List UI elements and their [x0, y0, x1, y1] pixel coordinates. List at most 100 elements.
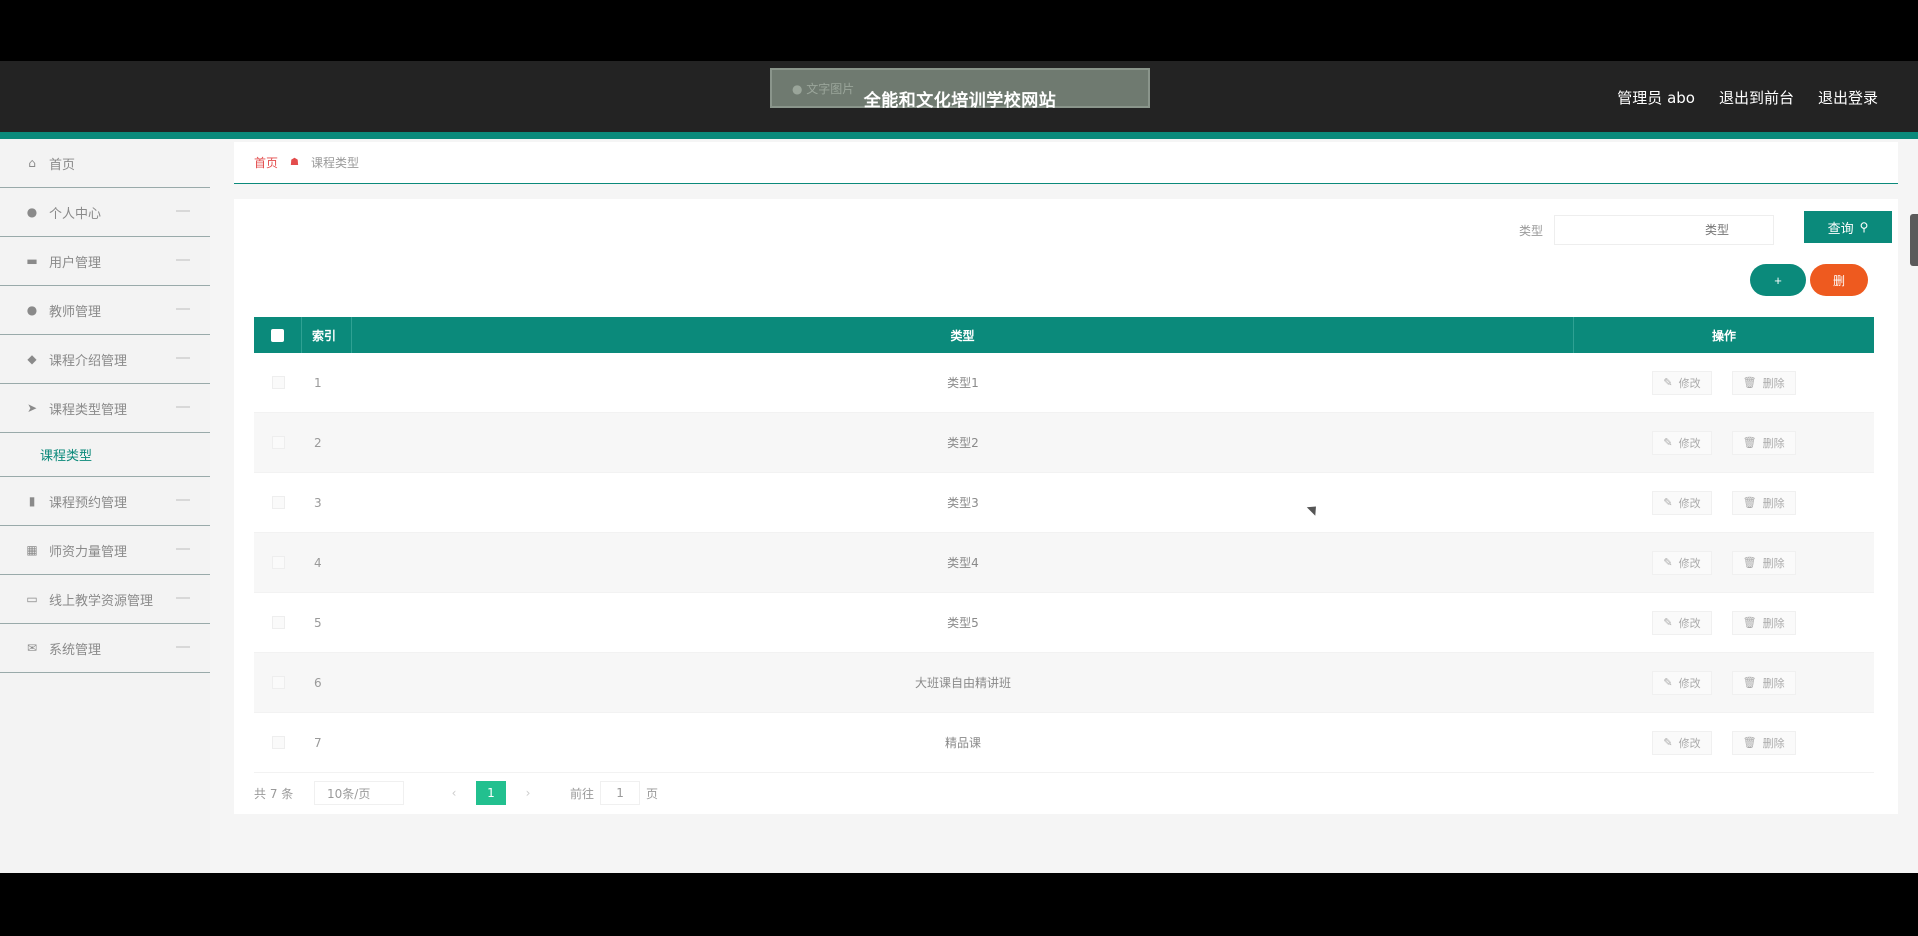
- row-index: 7: [314, 735, 322, 750]
- delete-label: 删除: [1762, 616, 1785, 630]
- edit-button[interactable]: ✎ 修改: [1652, 370, 1712, 395]
- row-select-cell: [254, 413, 302, 472]
- home-icon: ☗: [290, 157, 299, 168]
- sidebar-subitem-course-type[interactable]: 课程类型: [0, 433, 210, 477]
- table-row: 5 类型5 ✎ 修改 🗑 删除: [254, 593, 1874, 653]
- column-header-type: 类型: [352, 317, 1574, 353]
- next-page-button[interactable]: ›: [518, 786, 538, 800]
- sidebar-item-course-type[interactable]: ➤ 课程类型管理: [0, 384, 210, 433]
- back-to-front-link[interactable]: 退出到前台: [1719, 87, 1794, 108]
- row-delete-button[interactable]: 🗑 删除: [1731, 430, 1796, 455]
- side-drawer-handle[interactable]: [1910, 214, 1918, 266]
- delete-label: 删除: [1762, 676, 1785, 690]
- row-type: 类型1: [947, 376, 979, 390]
- sidebar-item-label: 教师管理: [49, 304, 102, 320]
- select-all-checkbox[interactable]: [271, 328, 284, 342]
- breadcrumb-current: 课程类型: [310, 156, 359, 170]
- row-checkbox[interactable]: [271, 676, 285, 689]
- row-delete-button[interactable]: 🗑 删除: [1731, 730, 1796, 755]
- sidebar-item-label: 系统管理: [49, 642, 102, 658]
- edit-button[interactable]: ✎ 修改: [1652, 730, 1712, 755]
- search-button[interactable]: 查询 ⚲: [1804, 211, 1892, 243]
- site-title: 全能和文化培训学校网站: [863, 91, 1057, 111]
- search-label: 类型: [1519, 224, 1544, 238]
- sidebar-item-label: 师资力量管理: [49, 544, 128, 560]
- sidebar-item-course-booking[interactable]: ▮ 课程预约管理: [0, 477, 210, 526]
- sidebar-item-home[interactable]: ⌂ 首页: [0, 139, 210, 188]
- edit-icon: ✎: [1663, 556, 1673, 569]
- content-panel: 类型 查询 ⚲ + 删 索引 类型 操作 1 类型1: [234, 199, 1898, 814]
- row-checkbox[interactable]: [271, 736, 285, 749]
- trash-icon: 🗑: [1742, 616, 1757, 629]
- row-actions: ✎ 修改 🗑 删除: [1574, 713, 1874, 772]
- trash-icon: 🗑: [1742, 736, 1757, 749]
- edit-button[interactable]: ✎ 修改: [1652, 670, 1712, 695]
- trash-icon: 🗑: [1742, 376, 1757, 389]
- row-select-cell: [254, 653, 302, 712]
- delete-label: 删除: [1762, 556, 1785, 570]
- row-checkbox[interactable]: [271, 556, 285, 569]
- row-index: 3: [314, 495, 322, 510]
- search-icon: ⚲: [1859, 220, 1869, 234]
- chevron-icon: [176, 357, 190, 359]
- edit-button[interactable]: ✎ 修改: [1652, 430, 1712, 455]
- row-select-cell: [254, 713, 302, 772]
- delete-label: 删除: [1762, 436, 1785, 450]
- delete-label: 删除: [1762, 376, 1785, 390]
- edit-label: 修改: [1678, 556, 1701, 570]
- trash-icon: 🗑: [1742, 436, 1757, 449]
- row-delete-button[interactable]: 🗑 删除: [1731, 490, 1796, 515]
- sidebar-item-course-intro[interactable]: ◆ 课程介绍管理: [0, 335, 210, 384]
- row-delete-button[interactable]: 🗑 删除: [1731, 610, 1796, 635]
- home-icon: ⌂: [28, 156, 36, 170]
- delete-label: 删除: [1762, 736, 1785, 750]
- pin-icon: ◆: [27, 352, 37, 366]
- row-delete-button[interactable]: 🗑 删除: [1731, 370, 1796, 395]
- edit-label: 修改: [1678, 676, 1701, 690]
- user-icon: ●: [26, 205, 38, 219]
- row-checkbox[interactable]: [271, 496, 285, 509]
- goto-page-input[interactable]: 1: [600, 781, 641, 805]
- row-checkbox[interactable]: [271, 376, 285, 389]
- edit-button[interactable]: ✎ 修改: [1652, 550, 1712, 575]
- row-delete-button[interactable]: 🗑 删除: [1731, 670, 1796, 695]
- pagination-total: 共 7 条: [254, 786, 294, 801]
- sidebar-item-label: 课程类型管理: [49, 402, 128, 418]
- sidebar-item-teacher-management[interactable]: ● 教师管理: [0, 286, 210, 335]
- header-accent-strip: [0, 132, 1918, 139]
- sidebar-item-faculty[interactable]: ▦ 师资力量管理: [0, 526, 210, 575]
- row-actions: ✎ 修改 🗑 删除: [1574, 593, 1874, 652]
- search-input[interactable]: [1554, 215, 1774, 245]
- row-type: 类型3: [947, 496, 979, 510]
- sidebar-item-personal-center[interactable]: ● 个人中心: [0, 188, 210, 237]
- sidebar-item-online-resources[interactable]: ▭ 线上教学资源管理: [0, 575, 210, 624]
- admin-user-link[interactable]: 管理员 abo: [1617, 87, 1695, 108]
- logout-link[interactable]: 退出登录: [1818, 87, 1878, 108]
- page-number-button[interactable]: 1: [476, 781, 506, 805]
- row-type: 精品课: [944, 736, 981, 750]
- pagination: 共 7 条 10条/页 ‹ 1 › 前往 1 页: [254, 781, 658, 805]
- prev-page-button[interactable]: ‹: [444, 786, 464, 800]
- page-size-select[interactable]: 10条/页: [314, 781, 404, 805]
- row-delete-button[interactable]: 🗑 删除: [1731, 550, 1796, 575]
- delete-button[interactable]: 删: [1810, 264, 1868, 296]
- trash-icon: 🗑: [1742, 556, 1757, 569]
- column-header-actions: 操作: [1711, 328, 1736, 343]
- sidebar-item-label: 个人中心: [49, 206, 102, 222]
- breadcrumb-home[interactable]: 首页: [254, 154, 278, 171]
- row-checkbox[interactable]: [271, 616, 285, 629]
- row-index: 2: [314, 435, 322, 450]
- add-button[interactable]: +: [1750, 264, 1806, 296]
- chevron-icon: [176, 597, 190, 599]
- calendar-icon: ▦: [26, 543, 38, 557]
- edit-button[interactable]: ✎ 修改: [1652, 610, 1712, 635]
- row-type: 大班课自由精讲班: [914, 676, 1011, 690]
- chevron-icon: [176, 308, 190, 310]
- row-actions: ✎ 修改 🗑 删除: [1574, 533, 1874, 592]
- sidebar-item-user-management[interactable]: ▬ 用户管理: [0, 237, 210, 286]
- sidebar-item-system[interactable]: ✉ 系统管理: [0, 624, 210, 673]
- top-nav: 管理员 abo 退出到前台 退出登录: [1617, 87, 1878, 108]
- edit-button[interactable]: ✎ 修改: [1652, 490, 1712, 515]
- row-checkbox[interactable]: [271, 436, 285, 449]
- row-index: 4: [314, 555, 322, 570]
